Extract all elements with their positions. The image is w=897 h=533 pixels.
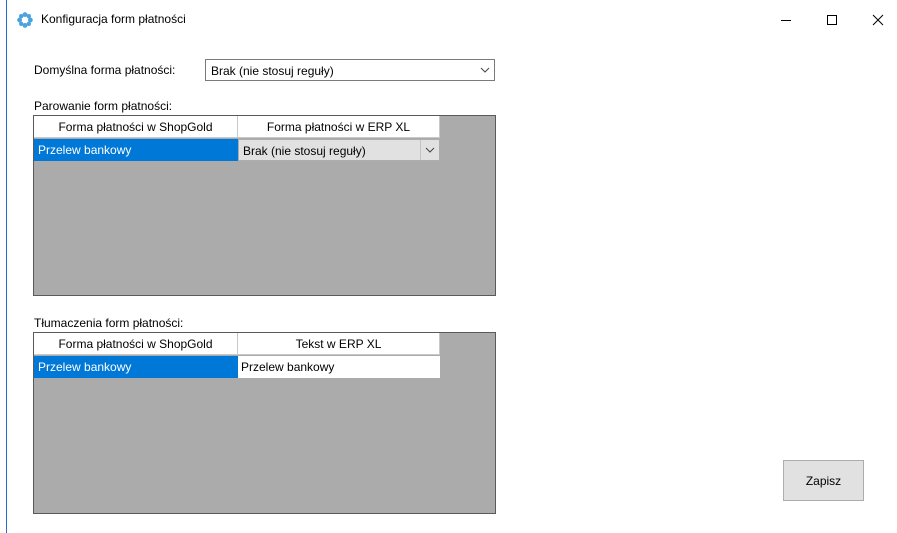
shop-payment-cell[interactable]: Przelew bankowy (34, 139, 238, 161)
translations-grid[interactable]: Forma płatności w ShopGold Tekst w ERP X… (33, 332, 496, 514)
close-icon (872, 14, 884, 26)
pairing-grid-header: Forma płatności w ShopGold Forma płatnoś… (34, 116, 440, 138)
window-title: Konfiguracja form płatności (41, 12, 186, 26)
translations-label: Tłumaczenia form płatności: (34, 316, 184, 330)
translations-grid-header: Forma płatności w ShopGold Tekst w ERP X… (34, 333, 440, 355)
column-header-shop[interactable]: Forma płatności w ShopGold (34, 333, 238, 355)
default-payment-select[interactable]: Brak (nie stosuj reguły) (205, 59, 495, 81)
default-payment-value: Brak (nie stosuj reguły) (211, 64, 334, 78)
title-bar[interactable]: Konfiguracja form płatności (7, 0, 897, 40)
column-header-shop[interactable]: Forma płatności w ShopGold (34, 116, 238, 138)
shop-payment-cell[interactable]: Przelew bankowy (34, 356, 238, 378)
chevron-down-icon (480, 64, 490, 79)
column-header-text[interactable]: Tekst w ERP XL (238, 333, 440, 355)
save-button[interactable]: Zapisz (783, 460, 864, 501)
default-payment-label: Domyślna forma płatności: (34, 63, 176, 77)
close-button[interactable] (855, 0, 897, 40)
window-border (6, 0, 7, 533)
pairing-grid[interactable]: Forma płatności w ShopGold Forma płatnoś… (33, 115, 496, 296)
chevron-down-icon[interactable] (420, 140, 439, 160)
erp-payment-value: Brak (nie stosuj reguły) (243, 144, 366, 158)
maximize-icon (827, 15, 837, 25)
pairing-label: Parowanie form płatności: (34, 99, 173, 113)
erp-text-input[interactable]: Przelew bankowy (238, 356, 440, 378)
erp-payment-select[interactable]: Brak (nie stosuj reguły) (238, 139, 440, 161)
minimize-button[interactable] (763, 0, 809, 40)
table-row[interactable]: Przelew bankowy Przelew bankowy (34, 356, 440, 378)
table-row[interactable]: Przelew bankowy Brak (nie stosuj reguły) (34, 139, 440, 161)
column-header-erp[interactable]: Forma płatności w ERP XL (238, 116, 440, 138)
minimize-icon (781, 20, 791, 21)
gear-flower-icon (17, 12, 33, 28)
maximize-button[interactable] (809, 0, 855, 40)
